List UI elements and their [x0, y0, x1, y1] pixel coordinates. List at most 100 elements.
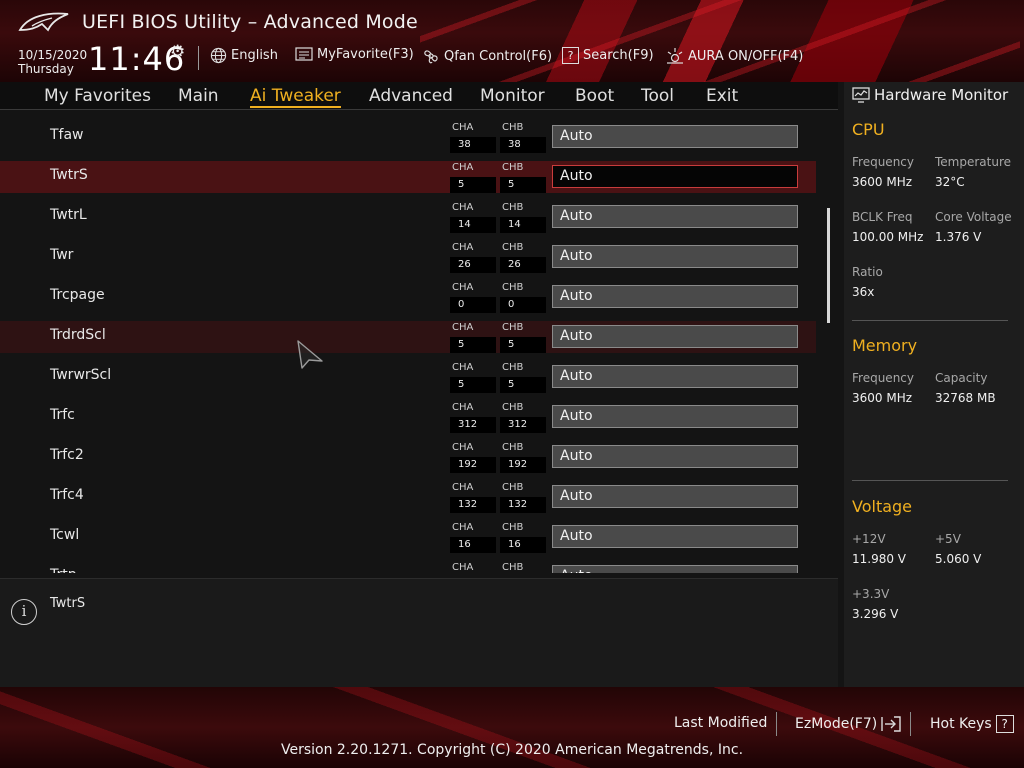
settings-list[interactable]: Tfaw CHA 38 CHB 38 Auto TwtrS CHA 5 CHB 5 Auto TwtrL…	[0, 111, 838, 573]
setting-row-trtp[interactable]: Trtp CHA CHB Auto	[0, 561, 816, 573]
channel-value: 5	[450, 337, 496, 353]
last-modified-button[interactable]: Last Modified	[674, 715, 767, 731]
setting-label: Trtp	[50, 567, 77, 573]
tab-exit[interactable]: Exit	[706, 86, 738, 106]
setting-row-tcwl[interactable]: Tcwl CHA 16 CHB 16 Auto	[0, 521, 816, 553]
main-menu: My Favorites Main Ai Tweaker Advanced Mo…	[0, 82, 838, 110]
day-text: Thursday	[18, 62, 74, 76]
cpu-frequency-label: Frequency	[852, 155, 914, 169]
channel-cha-readout: CHA 14	[450, 201, 496, 233]
setting-value-field[interactable]: Auto	[552, 165, 798, 188]
tab-advanced[interactable]: Advanced	[369, 86, 453, 106]
aura-toggle-button[interactable]: AURA ON/OFF(F4)	[666, 47, 803, 65]
v12-value: 11.980 V	[852, 552, 907, 566]
setting-value-field[interactable]: Auto	[552, 565, 798, 573]
setting-value-field[interactable]: Auto	[552, 365, 798, 388]
hardware-monitor-title: Hardware Monitor	[852, 86, 1008, 104]
channel-label: CHA	[452, 522, 474, 533]
channel-label: CHA	[452, 162, 474, 173]
date-display: 10/15/2020 Thursday	[18, 48, 87, 76]
tab-my-favorites[interactable]: My Favorites	[44, 86, 151, 106]
setting-value-field[interactable]: Auto	[552, 445, 798, 468]
channel-label: CHA	[452, 282, 474, 293]
channel-label: CHA	[452, 562, 474, 573]
hot-keys-button[interactable]: Hot Keys ?	[930, 715, 1014, 733]
channel-value: 38	[500, 137, 546, 153]
channel-value: 16	[500, 537, 546, 553]
gear-icon[interactable]: ⚙	[170, 42, 185, 62]
setting-row-twrwrscl[interactable]: TwrwrScl CHA 5 CHB 5 Auto	[0, 361, 816, 393]
footer-divider	[776, 712, 777, 736]
setting-value-field[interactable]: Auto	[552, 125, 798, 148]
channel-value: 26	[450, 257, 496, 273]
cpu-heading: CPU	[852, 120, 885, 139]
setting-value-field[interactable]: Auto	[552, 485, 798, 508]
hardware-monitor-panel: Hardware Monitor CPU Frequency Temperatu…	[844, 82, 1024, 687]
setting-value-field[interactable]: Auto	[552, 205, 798, 228]
myfavorite-label: MyFavorite(F3)	[317, 47, 414, 62]
setting-row-trcpage[interactable]: Trcpage CHA 0 CHB 0 Auto	[0, 281, 816, 313]
channel-label: CHB	[502, 162, 524, 173]
ezmode-button[interactable]: EzMode(F7)	[795, 715, 901, 733]
setting-row-trdrdscl[interactable]: TrdrdScl CHA 5 CHB 5 Auto	[0, 321, 816, 353]
channel-value: 132	[500, 497, 546, 513]
tab-boot[interactable]: Boot	[575, 86, 614, 106]
channel-chb-readout: CHB	[500, 561, 546, 573]
channel-chb-readout: CHB 0	[500, 281, 546, 313]
channel-value: 16	[450, 537, 496, 553]
setting-row-twtrs[interactable]: TwtrS CHA 5 CHB 5 Auto	[0, 161, 816, 193]
setting-value-field[interactable]: Auto	[552, 325, 798, 348]
setting-row-trfc4[interactable]: Trfc4 CHA 132 CHB 132 Auto	[0, 481, 816, 513]
ratio-label: Ratio	[852, 265, 883, 279]
help-text: TwtrS	[50, 596, 86, 611]
channel-label: CHA	[452, 122, 474, 133]
memory-capacity-value: 32768 MB	[935, 391, 996, 405]
channel-cha-readout: CHA 0	[450, 281, 496, 313]
v5-value: 5.060 V	[935, 552, 982, 566]
setting-value-field[interactable]: Auto	[552, 525, 798, 548]
list-scrollbar[interactable]	[827, 208, 830, 323]
channel-label: CHA	[452, 242, 474, 253]
setting-label: Tfaw	[50, 127, 84, 143]
channel-label: CHB	[502, 402, 524, 413]
setting-row-twr[interactable]: Twr CHA 26 CHB 26 Auto	[0, 241, 816, 273]
setting-row-twtrl[interactable]: TwtrL CHA 14 CHB 14 Auto	[0, 201, 816, 233]
header-divider	[198, 46, 199, 70]
setting-label: TwrwrScl	[50, 367, 112, 383]
channel-chb-readout: CHB 16	[500, 521, 546, 553]
channel-label: CHA	[452, 362, 474, 373]
search-label: Search(F9)	[583, 48, 654, 63]
qfan-control-button[interactable]: Qfan Control(F6)	[422, 47, 552, 65]
hot-keys-label: Hot Keys	[930, 716, 992, 732]
memory-capacity-label: Capacity	[935, 371, 988, 385]
channel-value: 192	[500, 457, 546, 473]
tab-tool[interactable]: Tool	[641, 86, 674, 106]
channel-label: CHB	[502, 322, 524, 333]
channel-value: 5	[450, 377, 496, 393]
language-button[interactable]: English	[210, 47, 278, 64]
setting-row-tfaw[interactable]: Tfaw CHA 38 CHB 38 Auto	[0, 121, 816, 153]
setting-value-field[interactable]: Auto	[552, 245, 798, 268]
memory-frequency-label: Frequency	[852, 371, 914, 385]
setting-row-trfc[interactable]: Trfc CHA 312 CHB 312 Auto	[0, 401, 816, 433]
help-panel: i TwtrS	[0, 578, 838, 687]
tab-monitor[interactable]: Monitor	[480, 86, 545, 106]
setting-label: TrdrdScl	[50, 327, 106, 343]
setting-label: Tcwl	[50, 527, 80, 543]
setting-value-field[interactable]: Auto	[552, 285, 798, 308]
setting-value-field[interactable]: Auto	[552, 405, 798, 428]
channel-label: CHB	[502, 242, 524, 253]
tab-main[interactable]: Main	[178, 86, 219, 106]
channel-label: CHA	[452, 202, 474, 213]
channel-label: CHB	[502, 562, 524, 573]
help-question-icon: ?	[995, 715, 1014, 733]
channel-value: 5	[450, 177, 496, 193]
channel-chb-readout: CHB 312	[500, 401, 546, 433]
search-button[interactable]: ? Search(F9)	[562, 47, 654, 64]
tab-ai-tweaker[interactable]: Ai Tweaker	[250, 86, 341, 108]
myfavorite-button[interactable]: MyFavorite(F3)	[295, 47, 414, 62]
channel-value: 14	[450, 217, 496, 233]
channel-label: CHA	[452, 402, 474, 413]
setting-row-trfc2[interactable]: Trfc2 CHA 192 CHB 192 Auto	[0, 441, 816, 473]
globe-icon	[210, 47, 227, 64]
